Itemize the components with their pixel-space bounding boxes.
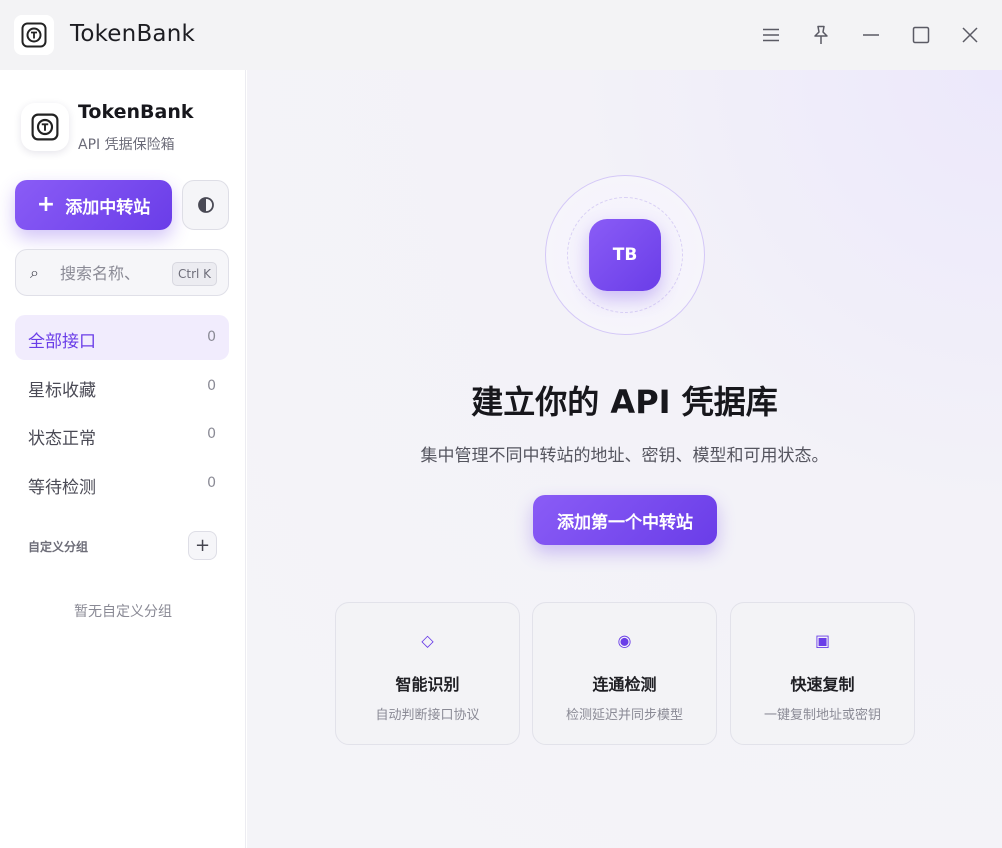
custom-group-title: 自定义分组 <box>28 540 89 554</box>
contrast-icon <box>197 197 214 213</box>
nav-item-label: 等待检测 <box>28 478 96 498</box>
app-window: TokenBank TokenBank API 凭据保险箱 + 添加中转站 ⌕ … <box>0 0 1002 848</box>
nav-item-count: 0 <box>207 426 216 442</box>
main-content: TB 建立你的 API 凭据库 集中管理不同中转站的地址、密钥、模型和可用状态。… <box>247 70 1002 848</box>
title-bar: TokenBank <box>0 0 1002 70</box>
target-icon: ◉ <box>617 631 632 650</box>
pin-icon[interactable] <box>806 20 836 50</box>
brand-subtitle: API 凭据保险箱 <box>78 137 175 153</box>
feature-title: 快速复制 <box>790 675 855 694</box>
nav-item-pending[interactable]: 等待检测 0 <box>15 461 229 506</box>
add-group-button[interactable]: + <box>188 531 217 560</box>
brand-logo-icon <box>21 103 69 151</box>
shortcut-hint: Ctrl K <box>172 262 218 286</box>
copy-square-icon: ▣ <box>814 631 831 650</box>
app-logo-icon <box>14 15 54 55</box>
nav-item-all[interactable]: 全部接口 0 <box>15 315 229 360</box>
search-input[interactable] <box>60 258 166 288</box>
nav-item-count: 0 <box>207 475 216 491</box>
hero-title: 建立你的 API 凭据库 <box>471 383 778 421</box>
feature-title: 智能识别 <box>395 675 460 694</box>
hero-badge: TB <box>589 219 661 291</box>
add-relay-button[interactable]: + 添加中转站 <box>15 180 172 230</box>
feature-card-quick-copy: ▣ 快速复制 一键复制地址或密钥 <box>730 602 915 745</box>
brand-name: TokenBank <box>78 101 194 123</box>
minimize-icon[interactable] <box>856 20 886 50</box>
plus-icon: + <box>194 535 211 556</box>
search-box[interactable]: ⌕ Ctrl K <box>15 249 229 296</box>
custom-group-empty-text: 暂无自定义分组 <box>74 604 172 620</box>
feature-card-smart-detect: ◇ 智能识别 自动判断接口协议 <box>335 602 520 745</box>
plus-icon: + <box>36 192 56 217</box>
feature-desc: 自动判断接口协议 <box>375 708 480 723</box>
add-first-relay-button[interactable]: 添加第一个中转站 <box>533 495 717 545</box>
close-icon[interactable] <box>955 20 985 50</box>
window-title: TokenBank <box>70 21 196 47</box>
menu-icon[interactable] <box>756 20 786 50</box>
feature-title: 连通检测 <box>592 675 657 694</box>
search-icon: ⌕ <box>30 263 39 282</box>
maximize-icon[interactable] <box>906 20 936 50</box>
nav-item-count: 0 <box>207 378 216 394</box>
nav-item-starred[interactable]: 星标收藏 0 <box>15 364 229 409</box>
diamond-icon: ◇ <box>421 631 434 650</box>
feature-card-connectivity: ◉ 连通检测 检测延迟并同步模型 <box>532 602 717 745</box>
nav-item-label: 状态正常 <box>28 429 96 449</box>
feature-desc: 检测延迟并同步模型 <box>565 708 683 723</box>
feature-desc: 一键复制地址或密钥 <box>763 708 881 723</box>
add-relay-label: 添加中转站 <box>65 197 151 218</box>
nav-item-label: 星标收藏 <box>28 381 96 401</box>
theme-toggle-button[interactable] <box>182 180 229 230</box>
nav-item-label: 全部接口 <box>28 332 96 352</box>
nav-item-count: 0 <box>207 329 216 345</box>
hero-subtitle: 集中管理不同中转站的地址、密钥、模型和可用状态。 <box>420 446 829 466</box>
nav-item-healthy[interactable]: 状态正常 0 <box>15 412 229 457</box>
sidebar: TokenBank API 凭据保险箱 + 添加中转站 ⌕ Ctrl K 全部接… <box>0 70 246 848</box>
